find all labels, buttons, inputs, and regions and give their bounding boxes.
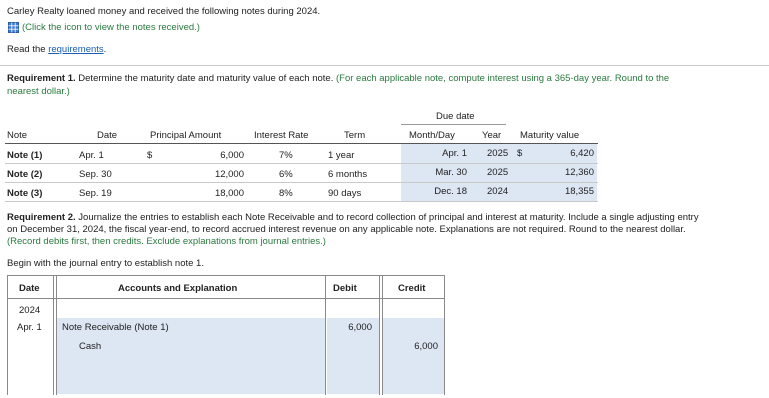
req2-heading: Requirement 2.: [7, 212, 76, 223]
read-requirements-line: Read the requirements.: [7, 44, 106, 55]
journal-row-1-debit[interactable]: 6,000: [330, 322, 372, 333]
note-1-term: 1 year: [328, 150, 355, 161]
due-date-underline: [401, 124, 506, 125]
view-notes-link[interactable]: (Click the icon to view the notes receiv…: [22, 22, 200, 33]
journal-right-border: [444, 275, 445, 395]
journal-row-2-credit[interactable]: 6,000: [386, 341, 438, 352]
row-divider: [5, 163, 598, 164]
journal-col-divider: [53, 275, 54, 395]
note-2-rate: 6%: [279, 169, 293, 180]
journal-col-divider: [325, 275, 326, 395]
note-3-rate: 8%: [279, 188, 293, 199]
note-1-rate: 7%: [279, 150, 293, 161]
note-2-principal: 12,000: [214, 169, 244, 180]
req2-line1: Requirement 2. Journalize the entries to…: [7, 212, 699, 223]
note-2-year[interactable]: 2025: [487, 167, 508, 178]
note-3-principal: 18,000: [214, 188, 244, 199]
journal-year: 2024: [19, 305, 41, 316]
col-maturity-header: Maturity value: [520, 130, 580, 141]
journal-credit-header: Credit: [398, 283, 426, 294]
intro-text: Carley Realty loaned money and received …: [7, 6, 321, 17]
req2-hint: (Record debits first, then credits. Excl…: [7, 236, 326, 247]
journal-row-1-date: Apr. 1: [17, 322, 42, 333]
note-1-dollar: $: [147, 150, 153, 161]
req1-line1: Requirement 1. Determine the maturity da…: [7, 73, 669, 84]
col-note-header: Note: [7, 130, 28, 141]
journal-row-1-account[interactable]: Note Receivable (Note 1): [62, 322, 169, 333]
req1-hint-line2: nearest dollar.): [7, 86, 70, 97]
req2-text-line2: on December 31, 2024, the fiscal year-en…: [7, 224, 686, 235]
col-term-header: Term: [344, 130, 366, 141]
col-rate-header: Interest Rate: [254, 130, 309, 141]
note-1-month-day[interactable]: Apr. 1: [415, 148, 467, 159]
note-2-month-day[interactable]: Mar. 30: [415, 167, 467, 178]
requirements-link[interactable]: requirements: [48, 44, 103, 55]
note-3-term: 90 days: [328, 188, 362, 199]
journal-left-border: [7, 275, 8, 395]
note-2-date: Sep. 30: [79, 169, 112, 180]
row-divider: [5, 201, 598, 202]
col-monthday-header: Month/Day: [409, 130, 455, 141]
col-year-header: Year: [482, 130, 502, 141]
journal-debit-header: Debit: [333, 283, 357, 294]
col-principal-header: Principal Amount: [150, 130, 222, 141]
row-divider: [5, 182, 598, 183]
req1-hint: (For each applicable note, compute inter…: [333, 73, 670, 84]
journal-row-2-account[interactable]: Cash: [79, 341, 101, 352]
read-prefix: Read the: [7, 44, 49, 55]
header-underline: [5, 143, 598, 144]
note-3-maturity[interactable]: 18,355: [540, 186, 594, 197]
note-1-label: Note (1): [7, 150, 43, 161]
req1-text: Determine the maturity date and maturity…: [75, 73, 334, 84]
table-icon[interactable]: [8, 22, 19, 33]
due-date-header: Due date: [436, 111, 475, 122]
note-2-label: Note (2): [7, 169, 43, 180]
divider: [0, 65, 769, 66]
note-3-month-day[interactable]: Dec. 18: [415, 186, 467, 197]
note-3-year[interactable]: 2024: [487, 186, 508, 197]
journal-date-header: Date: [19, 283, 40, 294]
journal-col-divider: [379, 275, 380, 395]
note-2-term: 6 months: [328, 169, 368, 180]
note-3-date: Sep. 19: [79, 188, 112, 199]
note-2-maturity[interactable]: 12,360: [540, 167, 594, 178]
col-date-header: Date: [97, 130, 118, 141]
note-1-year[interactable]: 2025: [487, 148, 508, 159]
note-1-mv-dollar: $: [517, 148, 523, 159]
credit-input-shade: [382, 318, 444, 394]
journal-accounts-header: Accounts and Explanation: [118, 283, 238, 294]
begin-instruction: Begin with the journal entry to establis…: [7, 258, 204, 269]
journal-col-divider: [382, 275, 383, 395]
journal-col-divider: [56, 275, 57, 395]
note-1-date: Apr. 1: [79, 150, 104, 161]
req2-text-line1: Journalize the entries to establish each…: [75, 212, 699, 223]
note-3-label: Note (3): [7, 188, 43, 199]
req1-heading: Requirement 1.: [7, 73, 76, 84]
note-1-maturity[interactable]: 6,420: [540, 148, 594, 159]
read-suffix: .: [103, 44, 107, 55]
note-1-principal: 6,000: [220, 150, 244, 161]
